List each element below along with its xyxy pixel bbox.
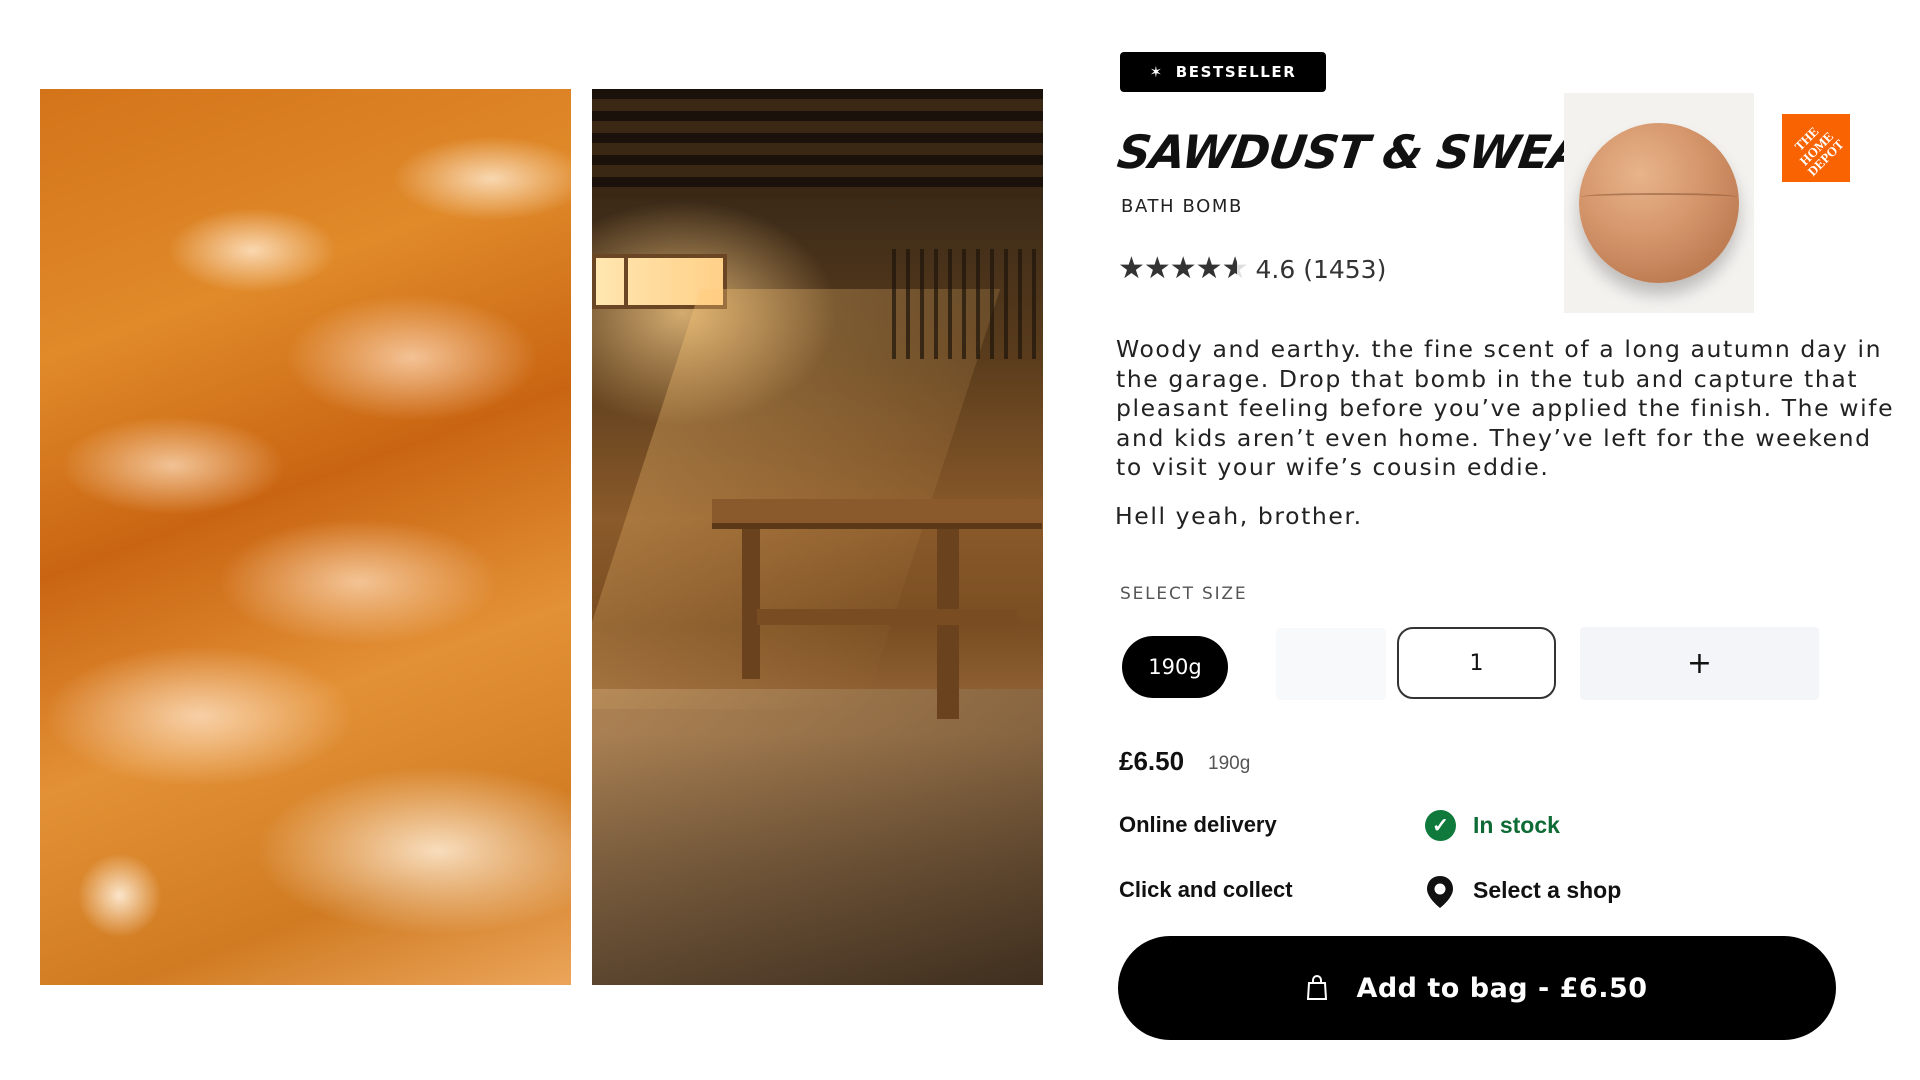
orange-foam-photo bbox=[40, 89, 571, 985]
price: £6.50 bbox=[1119, 746, 1185, 776]
add-to-bag-button[interactable]: Add to bag - £6.50 bbox=[1118, 936, 1836, 1040]
garage-workbench-photo bbox=[592, 89, 1043, 985]
bath-bomb-photo[interactable] bbox=[1564, 93, 1754, 313]
home-depot-logo: THE HOME DEPOT bbox=[1782, 114, 1850, 182]
location-pin-icon bbox=[1427, 876, 1453, 908]
add-to-bag-label: Add to bag - £6.50 bbox=[1356, 972, 1648, 1004]
size-option-190g[interactable]: 190g bbox=[1122, 636, 1228, 698]
online-delivery-label: Online delivery bbox=[1119, 812, 1277, 837]
rating-value: 4.6 (1453) bbox=[1255, 254, 1387, 284]
product-tagline: Hell yeah, brother. bbox=[1115, 502, 1363, 530]
star-rating-icons: ★★★★★ ★★★★★ bbox=[1118, 252, 1248, 285]
product-type: BATH BOMB bbox=[1121, 196, 1243, 217]
product-description: Woody and earthy. the fine scent of a lo… bbox=[1116, 335, 1895, 481]
price-size: 190g bbox=[1208, 753, 1251, 774]
shopping-bag-icon bbox=[1307, 975, 1328, 1000]
click-and-collect-label: Click and collect bbox=[1119, 877, 1293, 902]
sparkle-icon: ✶ bbox=[1149, 63, 1164, 81]
in-stock-status: In stock bbox=[1473, 812, 1560, 838]
select-a-shop-link[interactable]: Select a shop bbox=[1473, 877, 1621, 904]
increase-quantity-button[interactable]: + bbox=[1580, 627, 1819, 700]
bestseller-badge: ✶ BESTSELLER bbox=[1120, 52, 1326, 92]
product-rating[interactable]: ★★★★★ ★★★★★ 4.6 (1453) bbox=[1118, 254, 1386, 284]
product-title: SAWDUST & SWEAT bbox=[1114, 125, 1614, 179]
badge-label: BESTSELLER bbox=[1175, 63, 1297, 81]
decrease-quantity-button[interactable] bbox=[1276, 628, 1386, 700]
check-circle-icon: ✓ bbox=[1425, 810, 1456, 841]
select-size-label: SELECT SIZE bbox=[1120, 584, 1248, 604]
quantity-input[interactable] bbox=[1397, 627, 1556, 699]
